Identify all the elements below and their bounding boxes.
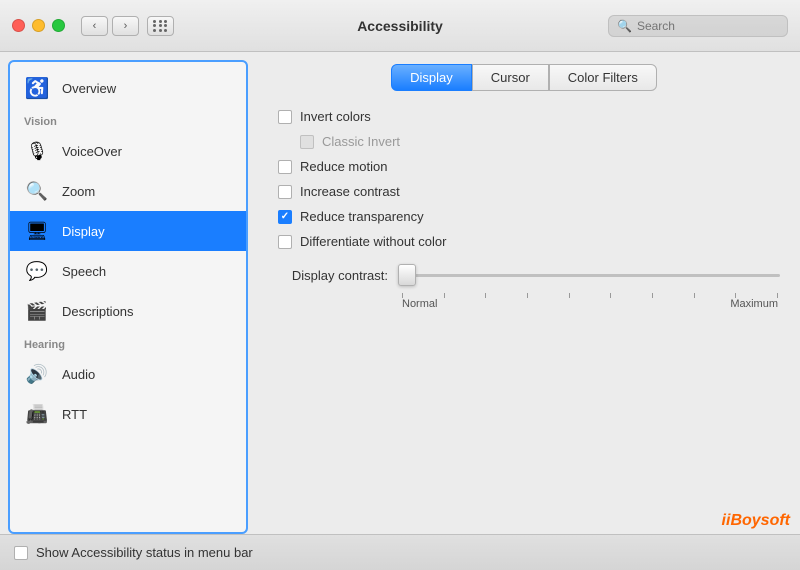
checkbox-reduce-motion[interactable]: [278, 160, 292, 174]
rtt-label: RTT: [62, 407, 87, 422]
zoom-icon: 🔍: [22, 176, 52, 206]
checkbox-reduce-transparency[interactable]: [278, 210, 292, 224]
close-button[interactable]: [12, 19, 25, 32]
sidebar-item-zoom[interactable]: 🔍 Zoom: [10, 171, 246, 211]
zoom-label: Zoom: [62, 184, 95, 199]
voiceover-icon: 🎙: [22, 136, 52, 166]
slider-thumb[interactable]: [398, 264, 416, 286]
option-row-reduce-motion: Reduce motion: [278, 159, 780, 174]
slider-label: Display contrast:: [278, 268, 388, 283]
speech-icon: 💬: [22, 256, 52, 286]
back-button[interactable]: ‹: [81, 16, 108, 36]
label-invert-colors: Invert colors: [300, 109, 371, 124]
forward-button[interactable]: ›: [112, 16, 139, 36]
voiceover-label: VoiceOver: [62, 144, 122, 159]
label-reduce-transparency: Reduce transparency: [300, 209, 424, 224]
label-reduce-motion: Reduce motion: [300, 159, 387, 174]
display-label: Display: [62, 224, 105, 239]
traffic-lights: [12, 19, 65, 32]
label-differentiate-without-color: Differentiate without color: [300, 234, 446, 249]
right-panel: Display Cursor Color Filters Invert colo…: [248, 52, 800, 534]
title-bar: ‹ › Accessibility 🔍: [0, 0, 800, 52]
bottom-bar-label: Show Accessibility status in menu bar: [36, 545, 253, 560]
checkbox-increase-contrast[interactable]: [278, 185, 292, 199]
checkbox-show-accessibility-status[interactable]: [14, 546, 28, 560]
speech-label: Speech: [62, 264, 106, 279]
minimize-button[interactable]: [32, 19, 45, 32]
slider-area: Display contrast:: [268, 263, 780, 310]
grid-icon: [153, 20, 168, 32]
search-bar[interactable]: 🔍: [608, 15, 788, 37]
search-input[interactable]: [637, 19, 779, 33]
nav-buttons: ‹ ›: [81, 16, 139, 36]
sidebar-item-rtt[interactable]: 📠 RTT: [10, 394, 246, 434]
option-row-invert-colors: Invert colors: [278, 109, 780, 124]
checkbox-invert-colors[interactable]: [278, 110, 292, 124]
vision-section-label: Vision: [10, 108, 246, 131]
label-classic-invert: Classic Invert: [322, 134, 400, 149]
display-icon: 🖥: [22, 216, 52, 246]
label-increase-contrast: Increase contrast: [300, 184, 400, 199]
sidebar-item-voiceover[interactable]: 🎙 VoiceOver: [10, 131, 246, 171]
descriptions-icon: 🎬: [22, 296, 52, 326]
slider-container[interactable]: [398, 263, 780, 287]
option-row-increase-contrast: Increase contrast: [278, 184, 780, 199]
main-content: ♿ Overview Vision 🎙 VoiceOver 🔍 Zoom 🖥 D…: [0, 52, 800, 534]
sidebar-item-descriptions[interactable]: 🎬 Descriptions: [10, 291, 246, 331]
sidebar-item-speech[interactable]: 💬 Speech: [10, 251, 246, 291]
sidebar-item-audio[interactable]: 🔊 Audio: [10, 354, 246, 394]
options-area: Invert colors Classic Invert Reduce moti…: [268, 109, 780, 249]
sidebar-item-display[interactable]: 🖥 Display: [10, 211, 246, 251]
overview-icon: ♿: [22, 73, 52, 103]
descriptions-label: Descriptions: [62, 304, 134, 319]
slider-track: [398, 274, 780, 277]
sidebar: ♿ Overview Vision 🎙 VoiceOver 🔍 Zoom 🖥 D…: [8, 60, 248, 534]
watermark-text: iBoysoft: [726, 512, 790, 529]
tab-bar: Display Cursor Color Filters: [268, 64, 780, 91]
slider-row: Display contrast:: [278, 263, 780, 287]
slider-min-label: Normal: [402, 298, 437, 310]
rtt-icon: 📠: [22, 399, 52, 429]
checkbox-classic-invert[interactable]: [300, 135, 314, 149]
grid-button[interactable]: [147, 16, 174, 36]
sidebar-overview-label: Overview: [62, 81, 116, 96]
window-title: Accessibility: [357, 18, 443, 34]
option-row-classic-invert: Classic Invert: [278, 134, 780, 149]
sidebar-item-overview[interactable]: ♿ Overview: [10, 68, 246, 108]
tab-display[interactable]: Display: [391, 64, 472, 91]
audio-icon: 🔊: [22, 359, 52, 389]
option-row-reduce-transparency: Reduce transparency: [278, 209, 780, 224]
watermark: iiBoysoft: [722, 512, 790, 530]
tab-cursor[interactable]: Cursor: [472, 64, 549, 91]
search-icon: 🔍: [617, 19, 632, 33]
checkbox-differentiate-without-color[interactable]: [278, 235, 292, 249]
option-row-differentiate-without-color: Differentiate without color: [278, 234, 780, 249]
maximize-button[interactable]: [52, 19, 65, 32]
tab-color-filters[interactable]: Color Filters: [549, 64, 657, 91]
hearing-section-label: Hearing: [10, 331, 246, 354]
bottom-bar: Show Accessibility status in menu bar: [0, 534, 800, 570]
slider-max-label: Maximum: [730, 298, 778, 310]
audio-label: Audio: [62, 367, 95, 382]
